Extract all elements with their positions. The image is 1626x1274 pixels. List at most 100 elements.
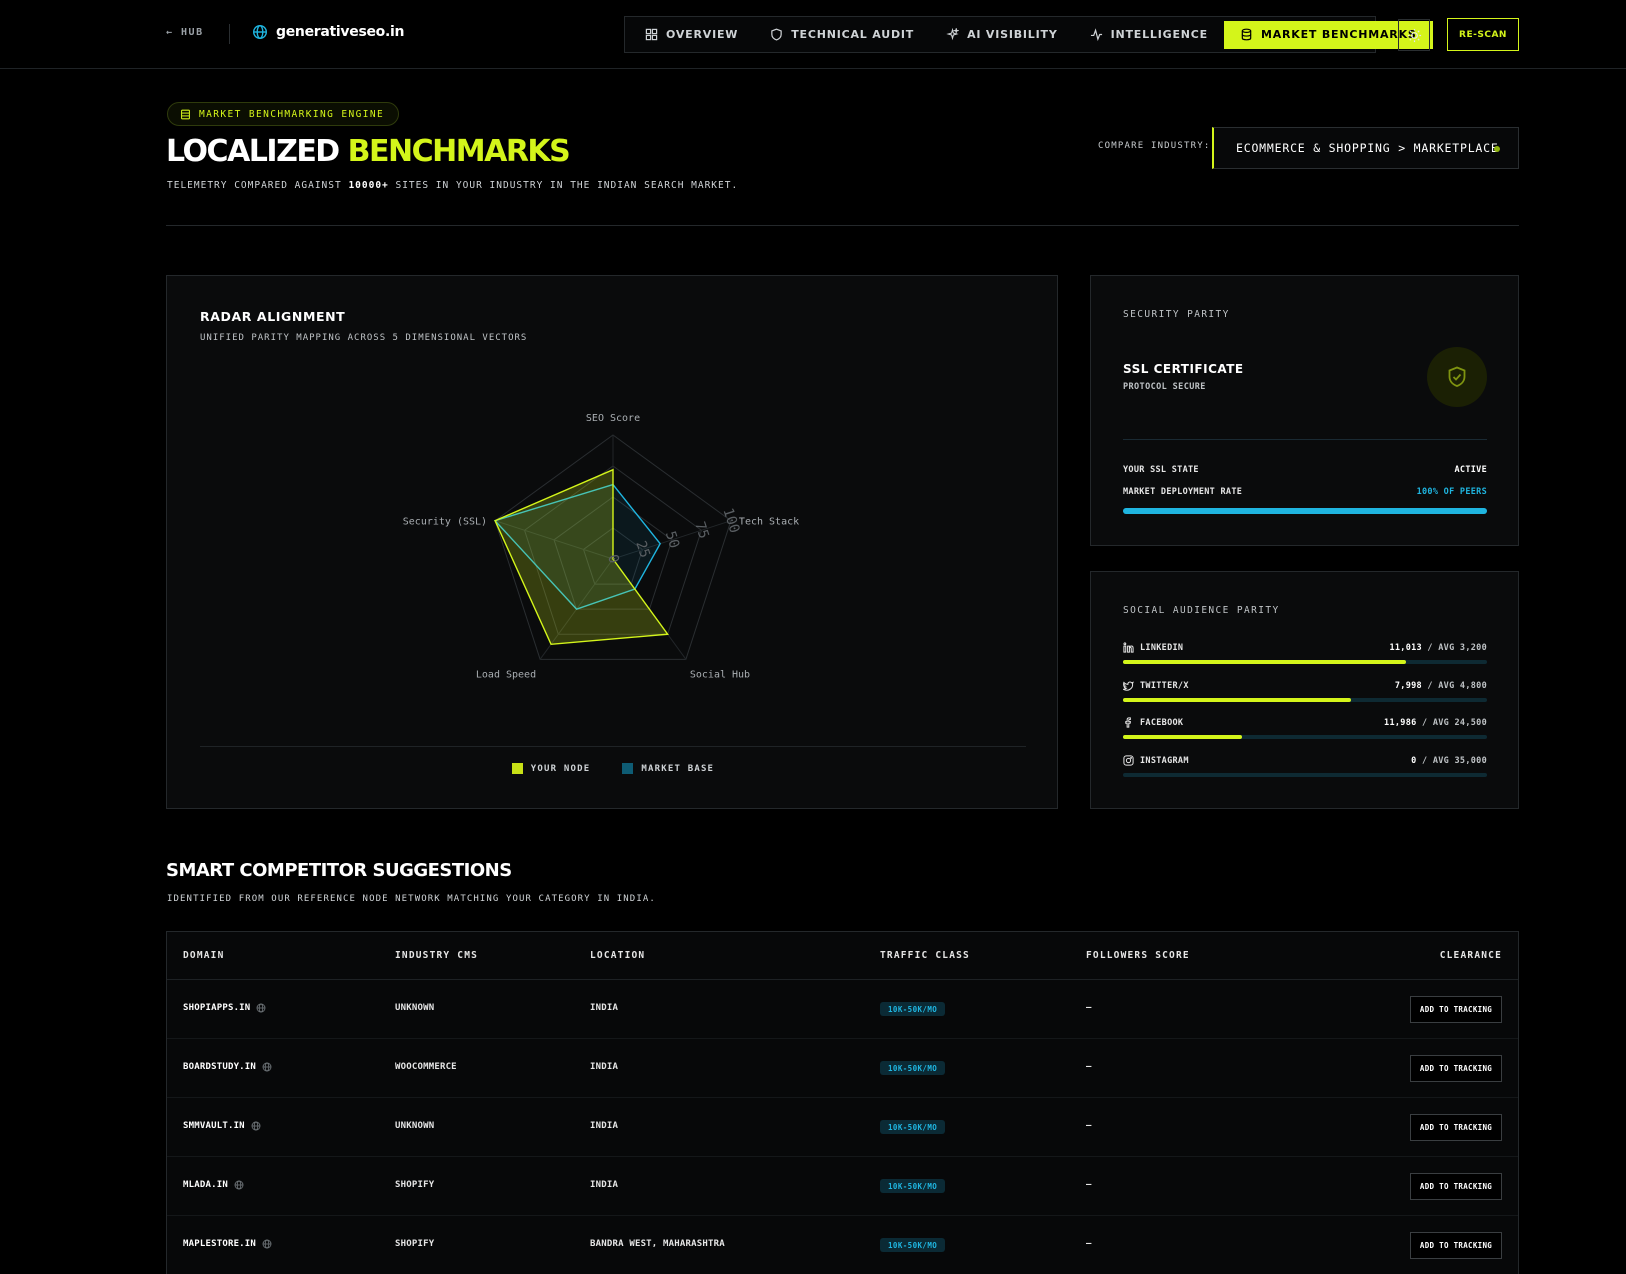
column-header: CLEARANCE	[1439, 950, 1502, 961]
subtitle-count: 10000+	[348, 180, 389, 191]
social-avg: AVG 3,200	[1438, 642, 1487, 653]
social-name-label: TWITTER/X	[1140, 680, 1189, 691]
table-header: DOMAIN INDUSTRY CMS LOCATION TRAFFIC CLA…	[167, 932, 1518, 980]
radar-axis-label: Load Speed	[476, 669, 536, 680]
domain-cell[interactable]: MLADA.IN	[183, 1180, 244, 1190]
divider	[229, 24, 230, 44]
social-progress-fill	[1123, 698, 1351, 702]
globe-icon	[262, 1239, 272, 1249]
tab-overview[interactable]: OVERVIEW	[629, 21, 754, 49]
table-row: BOARDSTUDY.IN WOOCOMMERCE INDIA 10K-50K/…	[167, 1039, 1518, 1098]
add-to-tracking-button[interactable]: ADD TO TRACKING	[1410, 1055, 1502, 1082]
sparkles-icon	[946, 28, 960, 41]
industry-select[interactable]: ECOMMERCE & SHOPPING > MARKETPLACE	[1212, 127, 1519, 169]
domain-cell[interactable]: SHOPIAPPS.IN	[183, 1003, 266, 1013]
radar-legend: YOUR NODE MARKET BASE	[167, 763, 1059, 774]
deployment-rate-row: MARKET DEPLOYMENT RATE 100% OF PEERS	[1123, 487, 1487, 497]
social-value: 11,986 / AVG 24,500	[1384, 717, 1487, 728]
social-name-label: INSTAGRAM	[1140, 755, 1189, 766]
page-title: LOCALIZED BENCHMARKS	[166, 134, 571, 169]
activity-icon	[1090, 28, 1102, 41]
social-name: FACEBOOK	[1123, 717, 1183, 728]
brand[interactable]: generativeseo.in	[252, 24, 404, 40]
tab-label: OVERVIEW	[666, 28, 739, 41]
social-avg: AVG 4,800	[1438, 680, 1487, 691]
social-row-twitter: TWITTER/X 7,998 / AVG 4,800	[1123, 680, 1487, 702]
table-row: SHOPIAPPS.IN UNKNOWN INDIA 10K-50K/MO — …	[167, 980, 1518, 1039]
grid-icon	[645, 28, 658, 41]
database-icon	[1241, 28, 1252, 41]
domain-name: SMMVAULT.IN	[183, 1121, 245, 1131]
social-name-label: LINKEDIN	[1140, 642, 1184, 653]
shield-check-badge	[1427, 347, 1487, 407]
globe-icon	[234, 1180, 244, 1190]
cms-cell: UNKNOWN	[395, 1121, 435, 1131]
tab-intelligence[interactable]: INTELLIGENCE	[1074, 21, 1224, 49]
deployment-rate-label: MARKET DEPLOYMENT RATE	[1123, 487, 1243, 497]
domain-name: SHOPIAPPS.IN	[183, 1003, 251, 1013]
radar-axis-label: SEO Score	[586, 413, 640, 424]
social-value: 0 / AVG 35,000	[1411, 755, 1487, 766]
add-to-tracking-button[interactable]: ADD TO TRACKING	[1410, 1173, 1502, 1200]
title-accent: BENCHMARKS	[347, 134, 571, 169]
cms-cell: UNKNOWN	[395, 1003, 435, 1013]
column-header: FOLLOWERS SCORE	[1086, 950, 1190, 961]
add-to-tracking-button[interactable]: ADD TO TRACKING	[1410, 996, 1502, 1023]
social-name: TWITTER/X	[1123, 680, 1189, 691]
legend-label: YOUR NODE	[530, 763, 591, 774]
social-avg: AVG 24,500	[1432, 717, 1487, 728]
security-parity-card: SECURITY PARITY SSL CERTIFICATE PROTOCOL…	[1090, 275, 1519, 546]
competitors-subtitle: IDENTIFIED FROM OUR REFERENCE NODE NETWO…	[167, 894, 656, 904]
instagram-icon	[1123, 755, 1134, 766]
globe-icon	[251, 1121, 261, 1131]
cms-cell: WOOCOMMERCE	[395, 1062, 457, 1072]
compare-industry-label: COMPARE INDUSTRY:	[1098, 141, 1211, 151]
theme-toggle-button[interactable]	[1398, 19, 1430, 51]
radar-card: RADAR ALIGNMENT UNIFIED PARITY MAPPING A…	[166, 275, 1058, 809]
domain-cell[interactable]: BOARDSTUDY.IN	[183, 1062, 272, 1072]
traffic-class-badge: 10K-50K/MO	[880, 1238, 946, 1252]
social-row-linkedin: LINKEDIN 11,013 / AVG 3,200	[1123, 642, 1487, 664]
domain-cell[interactable]: SMMVAULT.IN	[183, 1121, 261, 1131]
legend-your-node: YOUR NODE	[511, 763, 591, 774]
social-value-count: 11,986	[1384, 717, 1417, 728]
social-value: 7,998 / AVG 4,800	[1394, 680, 1487, 691]
engine-badge-label: MARKET BENCHMARKING ENGINE	[199, 108, 385, 120]
domain-cell[interactable]: MAPLESTORE.IN	[183, 1239, 272, 1249]
linkedin-icon	[1123, 642, 1134, 653]
radar-axis-label: Social Hub	[690, 669, 750, 680]
engine-badge: MARKET BENCHMARKING ENGINE	[167, 102, 400, 126]
divider	[1123, 439, 1487, 440]
social-name: INSTAGRAM	[1123, 755, 1189, 766]
add-to-tracking-button[interactable]: ADD TO TRACKING	[1410, 1232, 1502, 1259]
followers-score-cell: —	[1086, 1180, 1092, 1190]
location-cell: INDIA	[590, 1121, 619, 1131]
add-to-tracking-button[interactable]: ADD TO TRACKING	[1410, 1114, 1502, 1141]
page-subtitle: TELEMETRY COMPARED AGAINST 10000+ SITES …	[167, 180, 738, 191]
status-dot	[1494, 146, 1500, 152]
subtitle-part: SITES IN YOUR INDUSTRY IN THE INDIAN SEA…	[388, 180, 739, 191]
social-label: SOCIAL AUDIENCE PARITY	[1123, 605, 1280, 616]
location-cell: INDIA	[590, 1003, 619, 1013]
globe-icon	[256, 1003, 266, 1013]
social-value: 11,013 / AVG 3,200	[1389, 642, 1487, 653]
twitter-icon	[1123, 681, 1134, 691]
divider	[166, 225, 1519, 226]
location-cell: INDIA	[590, 1180, 619, 1190]
ssl-state-value: ACTIVE	[1454, 465, 1487, 475]
divider	[200, 746, 1026, 747]
radar-tick-label: 50	[662, 529, 682, 550]
tab-technical-audit[interactable]: TECHNICAL AUDIT	[754, 21, 930, 49]
tab-ai-visibility[interactable]: AI VISIBILITY	[930, 21, 1074, 49]
hub-back-link[interactable]: ← HUB	[166, 27, 204, 38]
table-row: SMMVAULT.IN UNKNOWN INDIA 10K-50K/MO — A…	[167, 1098, 1518, 1157]
column-header: INDUSTRY CMS	[395, 950, 479, 961]
rescan-button[interactable]: RE-SCAN	[1447, 18, 1519, 51]
ssl-state-row: YOUR SSL STATE ACTIVE	[1123, 465, 1487, 475]
subtitle-part: TELEMETRY COMPARED AGAINST	[167, 180, 349, 191]
deployment-rate-bar	[1123, 508, 1487, 514]
security-label: SECURITY PARITY	[1123, 309, 1230, 320]
location-cell: BANDRA WEST, MAHARASHTRA	[590, 1239, 725, 1249]
location-cell: INDIA	[590, 1062, 619, 1072]
cms-cell: SHOPIFY	[395, 1180, 435, 1190]
